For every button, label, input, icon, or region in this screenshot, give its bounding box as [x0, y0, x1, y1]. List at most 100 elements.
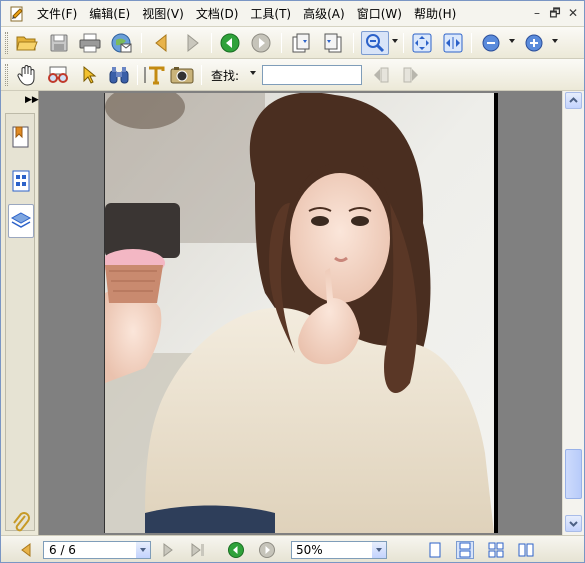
- zoom-level-field[interactable]: 50%: [291, 541, 387, 559]
- menu-advanced[interactable]: 高级(A): [297, 3, 351, 25]
- zoom-level-dropdown[interactable]: [372, 542, 386, 558]
- app-window: 文件(F) 编辑(E) 视图(V) 文档(D) 工具(T) 高级(A) 窗口(W…: [0, 0, 585, 563]
- print-icon: [79, 33, 101, 53]
- menu-edit[interactable]: 编辑(E): [83, 3, 136, 25]
- zoom-out-icon: [482, 34, 500, 52]
- go-back-icon: [220, 33, 240, 53]
- find-label: 查找:: [211, 69, 240, 83]
- toolbar-grip[interactable]: [5, 64, 8, 86]
- fit-width-button[interactable]: [441, 31, 465, 55]
- chevron-down-icon: [569, 521, 578, 527]
- app-icon: [9, 6, 25, 22]
- find-options-dropdown[interactable]: [250, 71, 256, 75]
- next-page-button[interactable]: [181, 31, 205, 55]
- status-go-back-button[interactable]: [227, 541, 245, 559]
- zoom-tool-icon: [366, 34, 385, 53]
- layers-tab[interactable]: [8, 204, 34, 238]
- folder-open-icon: [16, 36, 38, 51]
- rotate-icon: [292, 33, 310, 53]
- two-page-view-button[interactable]: [517, 541, 535, 559]
- zoom-in-dropdown[interactable]: [552, 39, 558, 43]
- bookmarks-tab[interactable]: [8, 120, 34, 154]
- page-thumbnails-icon: [12, 170, 30, 192]
- bookmarks-icon: [12, 126, 29, 148]
- go-forward-button[interactable]: [249, 31, 273, 55]
- status-go-forward-button[interactable]: [258, 541, 276, 559]
- last-page-button[interactable]: [189, 541, 207, 559]
- find-previous-icon: [374, 67, 389, 83]
- find-tool-button[interactable]: [107, 63, 131, 87]
- go-back-icon: [228, 542, 244, 558]
- zoom-tool-dropdown[interactable]: [392, 39, 398, 43]
- scroll-up-button[interactable]: [565, 92, 582, 109]
- next-page-icon: [187, 33, 199, 53]
- navigation-panel: ▶▶: [1, 91, 39, 535]
- fit-page-button[interactable]: [410, 31, 434, 55]
- status-next-page-button[interactable]: [159, 541, 177, 559]
- select-tool-button[interactable]: [77, 63, 101, 87]
- main-toolbar: [1, 27, 584, 59]
- snapshot-button[interactable]: [170, 63, 194, 87]
- last-page-icon: [191, 543, 204, 557]
- menu-help[interactable]: 帮助(H): [408, 3, 462, 25]
- zoom-level-value: 50%: [296, 543, 323, 557]
- zoom-tool-button[interactable]: [361, 31, 389, 55]
- hand-tool-icon: [17, 65, 35, 86]
- save-button[interactable]: [47, 31, 71, 55]
- binoculars-icon: [109, 67, 129, 84]
- page-number-dropdown[interactable]: [136, 542, 150, 558]
- zoom-in-icon: [525, 34, 543, 52]
- rotate-right-icon: [324, 33, 342, 53]
- close-button[interactable]: ✕: [565, 5, 581, 21]
- continuous-view-button[interactable]: [456, 541, 474, 559]
- facing-pages-icon: [488, 542, 504, 558]
- previous-page-button[interactable]: [149, 31, 173, 55]
- zoom-out-dropdown[interactable]: [509, 39, 515, 43]
- menu-file[interactable]: 文件(F): [31, 3, 83, 25]
- hand-tool-button[interactable]: [15, 63, 39, 87]
- facing-view-button[interactable]: [487, 541, 505, 559]
- minimize-button[interactable]: –: [529, 5, 545, 21]
- read-mode-button[interactable]: [46, 63, 70, 87]
- email-button[interactable]: [109, 31, 133, 55]
- open-button[interactable]: [15, 31, 39, 55]
- save-icon: [50, 34, 68, 52]
- status-previous-page-button[interactable]: [17, 541, 35, 559]
- select-arrow-icon: [83, 65, 97, 84]
- menu-view[interactable]: 视图(V): [136, 3, 190, 25]
- chevron-down-icon: [140, 548, 146, 552]
- find-next-button[interactable]: [399, 63, 423, 87]
- menu-tools[interactable]: 工具(T): [244, 3, 297, 25]
- scroll-thumb[interactable]: [565, 449, 582, 499]
- toolbar-grip[interactable]: [5, 32, 8, 54]
- expand-panel-icon[interactable]: ▶▶: [25, 95, 39, 105]
- go-forward-icon: [251, 33, 271, 53]
- find-next-icon: [403, 67, 418, 83]
- scroll-down-button[interactable]: [565, 515, 582, 532]
- zoom-in-button[interactable]: [522, 31, 546, 55]
- menubar: 文件(F) 编辑(E) 视图(V) 文档(D) 工具(T) 高级(A) 窗口(W…: [1, 1, 584, 27]
- rotate-right-button[interactable]: [321, 31, 345, 55]
- fit-width-icon: [443, 33, 463, 53]
- previous-page-icon: [21, 543, 31, 557]
- previous-page-icon: [155, 33, 167, 53]
- find-input[interactable]: [262, 65, 362, 85]
- text-select-button[interactable]: [142, 63, 166, 87]
- find-previous-button[interactable]: [369, 63, 393, 87]
- document-photo: [101, 91, 494, 533]
- menu-document[interactable]: 文档(D): [190, 3, 245, 25]
- vertical-scrollbar[interactable]: [562, 91, 584, 535]
- rotate-left-button[interactable]: [289, 31, 313, 55]
- go-back-button[interactable]: [218, 31, 242, 55]
- page-number-field[interactable]: 6 / 6: [43, 541, 151, 559]
- print-button[interactable]: [78, 31, 102, 55]
- tools-toolbar: 查找:: [1, 59, 584, 91]
- single-page-view-button[interactable]: [426, 541, 444, 559]
- zoom-out-button[interactable]: [479, 31, 503, 55]
- thumbnails-tab[interactable]: [8, 164, 34, 198]
- restore-button[interactable]: 🗗: [547, 5, 563, 21]
- menu-window[interactable]: 窗口(W): [351, 3, 408, 25]
- single-page-icon: [429, 542, 441, 558]
- text-select-icon: [144, 66, 165, 85]
- document-view[interactable]: [40, 91, 562, 535]
